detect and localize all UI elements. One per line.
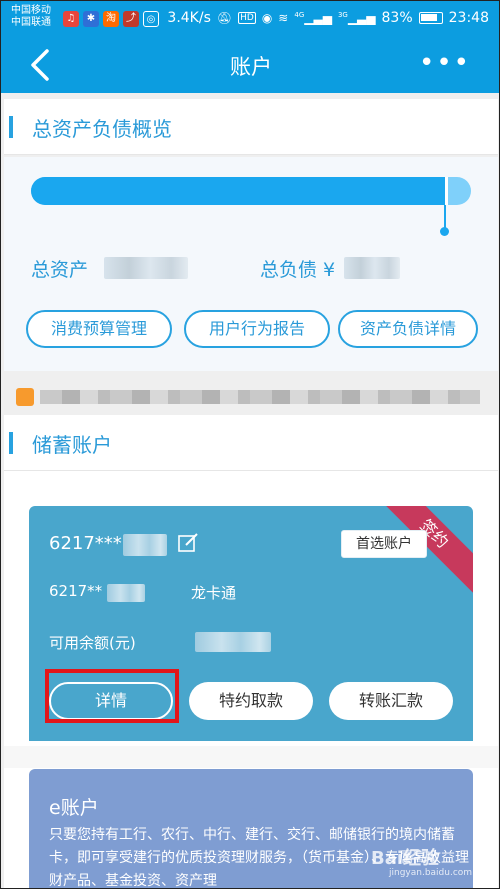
battery-percent: 83% bbox=[381, 10, 413, 26]
section-divider bbox=[4, 746, 498, 768]
net-speed: 3.4K/s bbox=[167, 10, 211, 26]
total-assets-label: 总资产 bbox=[31, 259, 89, 281]
total-liabilities-value-redacted bbox=[344, 257, 400, 279]
baidu-jingyan-watermark: Bai经验 jingyan.baidu.com bbox=[371, 844, 472, 878]
baidu-app-icon: ✱ bbox=[83, 11, 99, 27]
card-number-redacted bbox=[107, 584, 145, 602]
asset-liability-detail-button[interactable]: 资产负债详情 bbox=[338, 310, 478, 348]
promo-banner[interactable] bbox=[4, 381, 498, 413]
card-type: 龙卡通 bbox=[191, 584, 237, 602]
available-balance-label: 可用余额(元) bbox=[49, 634, 136, 652]
savings-section-title: 储蓄账户 bbox=[32, 433, 112, 457]
signal-icon-1: 4G▁▃▅ bbox=[294, 11, 332, 25]
carrier-info: 中国移动 中国联通 bbox=[11, 5, 51, 29]
asset-marker bbox=[444, 177, 448, 205]
e-account-title: e账户 bbox=[49, 797, 99, 819]
overview-panel: 总资产 总负债 ¥ 消费预算管理 用户行为报告 资产负债详情 bbox=[4, 157, 498, 371]
wifi-icon: ≋ bbox=[278, 11, 289, 25]
highlight-annotation-box bbox=[45, 669, 179, 723]
account-number-masked: 6217*** bbox=[49, 533, 122, 554]
total-liabilities-label: 总负债 ¥ bbox=[260, 259, 336, 281]
special-withdrawal-button[interactable]: 特约取款 bbox=[189, 682, 313, 720]
asset-fill bbox=[31, 177, 445, 205]
hd-icon: HD bbox=[238, 12, 256, 24]
more-options-icon[interactable]: ••• bbox=[419, 50, 471, 76]
signal-icon-2: 3G▁▃▅ bbox=[337, 11, 376, 25]
status-bar: 中国移动 中国联通 ♫ ✱ 淘 ⤴ ◎ 3.4K/s 🔕︎ HD ◉ ≋ 4G▁… bbox=[1, 1, 499, 37]
account-number-redacted bbox=[123, 534, 167, 556]
behavior-report-button[interactable]: 用户行为报告 bbox=[184, 310, 330, 348]
overview-section-title: 总资产负债概览 bbox=[32, 117, 172, 141]
taobao-app-icon: 淘 bbox=[103, 11, 119, 27]
app-bar: 账户 ••• bbox=[1, 37, 499, 93]
transfer-button[interactable]: 转账汇款 bbox=[329, 682, 453, 720]
budget-management-button[interactable]: 消费预算管理 bbox=[26, 310, 172, 348]
available-balance-redacted bbox=[195, 632, 271, 652]
overview-section-header: 总资产负债概览 bbox=[4, 99, 498, 155]
promo-icon bbox=[16, 388, 34, 406]
music-app-icon: ♫ bbox=[63, 11, 79, 27]
total-assets-value-redacted bbox=[104, 257, 188, 279]
carrier-1: 中国移动 bbox=[11, 5, 51, 16]
asset-liability-bar bbox=[31, 177, 471, 205]
status-indicators: 3.4K/s 🔕︎ HD ◉ ≋ 4G▁▃▅ 3G▁▃▅ 83% 23:48 bbox=[167, 10, 489, 26]
eye-icon: ◉ bbox=[261, 11, 273, 25]
section-accent-bar bbox=[9, 116, 13, 138]
clock: 23:48 bbox=[448, 10, 489, 26]
promo-text-redacted bbox=[40, 390, 480, 404]
app-screen: 中国移动 中国联通 ♫ ✱ 淘 ⤴ ◎ 3.4K/s 🔕︎ HD ◉ ≋ 4G▁… bbox=[0, 0, 500, 889]
mute-icon: 🔕︎ bbox=[216, 11, 233, 25]
edit-icon[interactable] bbox=[177, 532, 199, 554]
notification-icons: ♫ ✱ 淘 ⤴ ◎ bbox=[63, 11, 159, 27]
card-number-masked: 6217** bbox=[49, 582, 103, 600]
watermark-brand: Bai经验 bbox=[371, 848, 440, 869]
preferred-account-tag[interactable]: 首选账户 bbox=[341, 530, 427, 558]
stock-app-icon: ⤴ bbox=[123, 11, 139, 27]
watermark-url: jingyan.baidu.com bbox=[389, 868, 473, 878]
carrier-2: 中国联通 bbox=[11, 17, 51, 28]
liability-pointer-dot bbox=[440, 227, 449, 236]
wifi-share-icon: ◎ bbox=[143, 11, 159, 27]
section-accent-bar bbox=[9, 432, 13, 454]
battery-icon bbox=[418, 12, 443, 24]
savings-section-header: 储蓄账户 bbox=[4, 415, 498, 471]
